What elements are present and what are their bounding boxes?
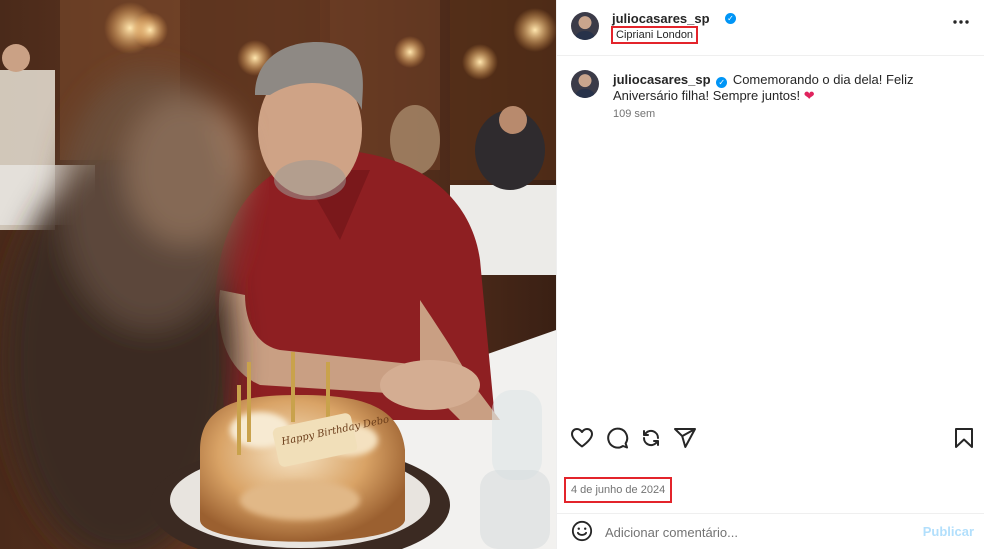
instagram-post-view: Happy Birthday Debo juliocasares_sp ✓ Ci… bbox=[0, 0, 984, 549]
publish-button[interactable]: Publicar bbox=[923, 524, 974, 539]
post-header: juliocasares_sp ✓ Cipriani London bbox=[557, 0, 984, 56]
more-options-icon[interactable] bbox=[951, 12, 971, 32]
post-caption: juliocasares_sp ✓ Comemorando o dia dela… bbox=[613, 72, 953, 104]
comment-icon[interactable] bbox=[605, 426, 629, 450]
repost-icon[interactable] bbox=[639, 426, 663, 450]
post-actions bbox=[557, 426, 984, 454]
verified-badge-icon: ✓ bbox=[725, 13, 736, 24]
location-link[interactable]: Cipriani London bbox=[611, 26, 699, 44]
post-photo[interactable]: Happy Birthday Debo bbox=[0, 0, 556, 549]
caption-verified-badge-icon: ✓ bbox=[716, 77, 728, 88]
post-side-panel: juliocasares_sp ✓ Cipriani London julioc… bbox=[556, 0, 984, 549]
bookmark-icon[interactable] bbox=[952, 426, 976, 450]
caption-username[interactable]: juliocasares_sp bbox=[613, 72, 711, 87]
photo-illustration: Happy Birthday Debo bbox=[0, 0, 556, 549]
comment-input[interactable] bbox=[605, 521, 905, 543]
username-link[interactable]: juliocasares_sp bbox=[612, 11, 710, 26]
send-icon[interactable] bbox=[673, 426, 697, 450]
avatar[interactable] bbox=[571, 12, 599, 40]
post-date[interactable]: 4 de junho de 2024 bbox=[564, 477, 673, 503]
post-time-ago[interactable]: 109 sem bbox=[613, 108, 655, 120]
caption-avatar[interactable] bbox=[571, 70, 599, 98]
comment-bar: Publicar bbox=[557, 513, 984, 549]
heart-icon[interactable] bbox=[570, 426, 594, 450]
heart-emoji-icon: ❤ bbox=[803, 88, 815, 103]
emoji-icon[interactable] bbox=[571, 520, 593, 542]
